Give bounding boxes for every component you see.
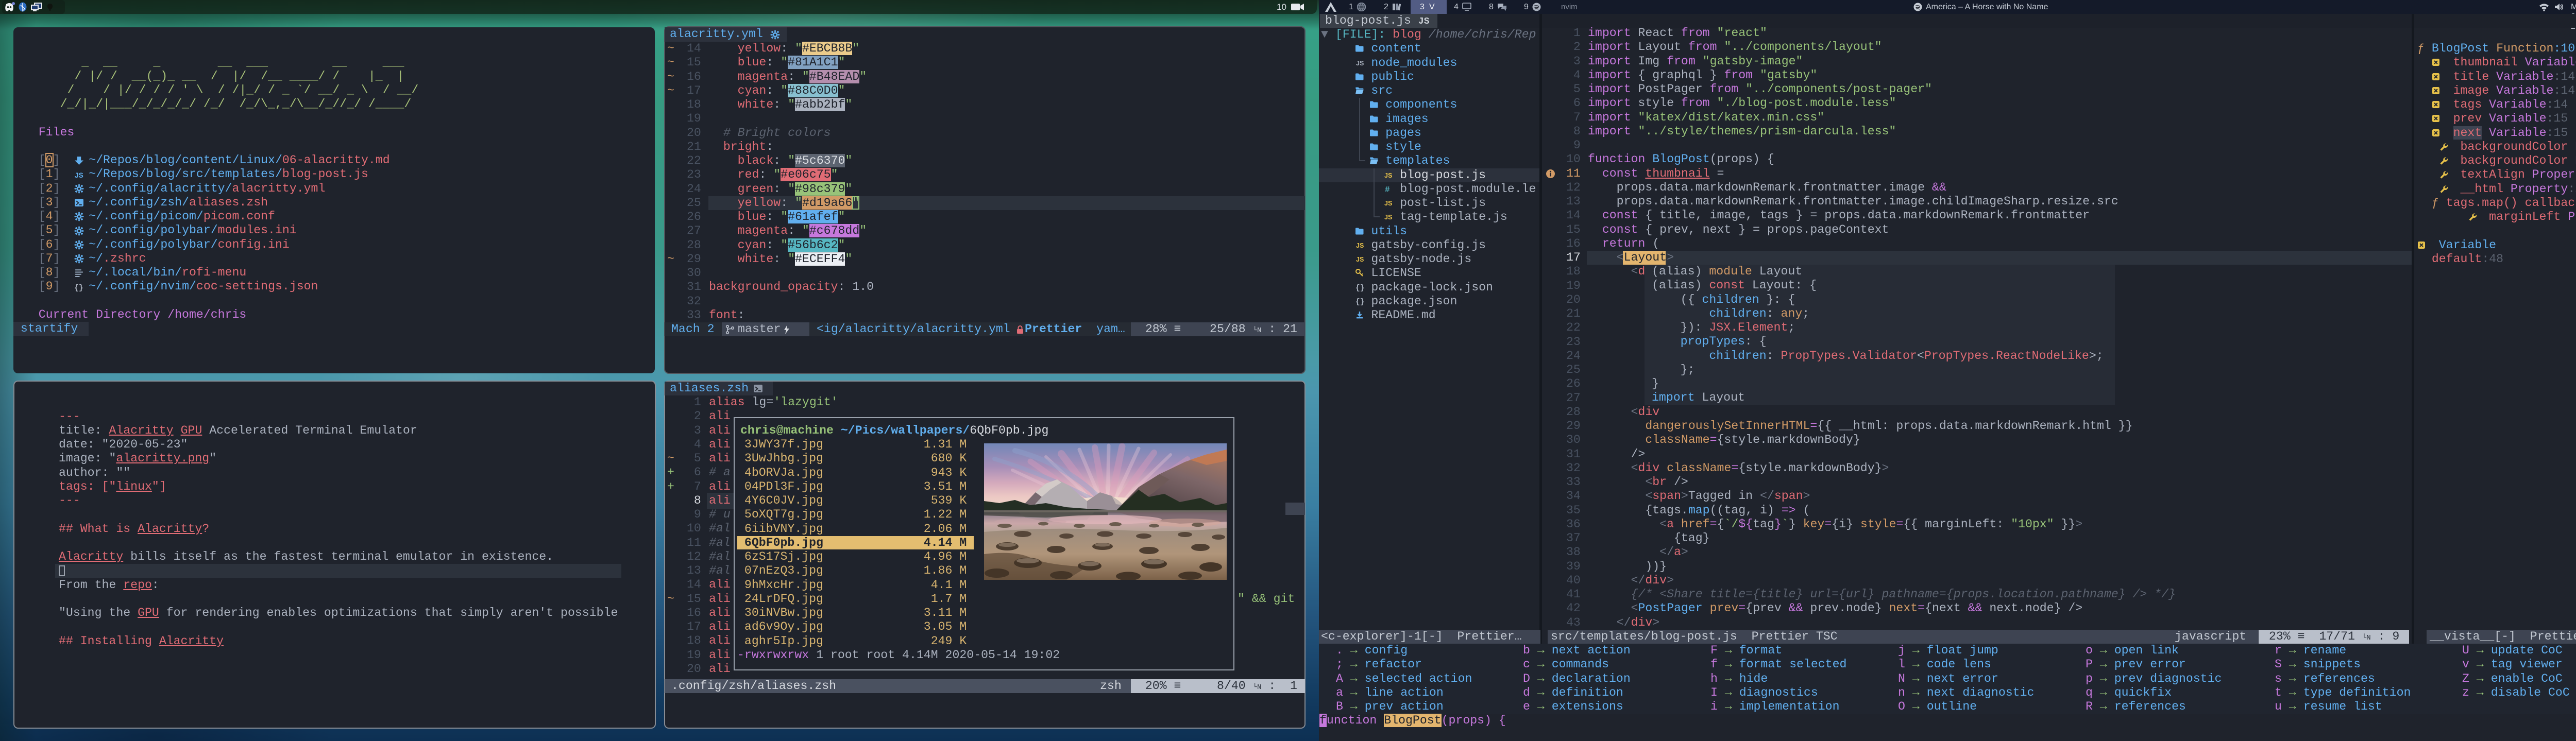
svg-text:JS: JS — [75, 171, 83, 179]
svg-text:{}: {} — [74, 284, 83, 291]
